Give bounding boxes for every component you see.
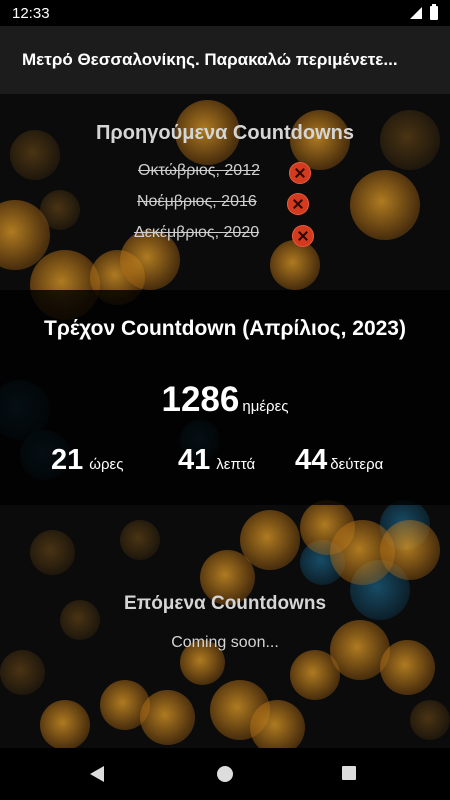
previous-countdown-label: Οκτώβριος, 2012: [138, 162, 260, 179]
current-countdown-title: Τρέχον Countdown (Απρίλιος, 2023): [44, 317, 406, 340]
hours-counter: 21 ώρες: [51, 444, 123, 477]
minutes-label: λεπτά: [216, 456, 256, 473]
previous-countdown-item: Οκτώβριος, 2012: [0, 162, 450, 186]
remove-x-icon[interactable]: [292, 225, 314, 247]
status-time: 12:33: [12, 4, 50, 22]
remove-x-icon[interactable]: [289, 162, 311, 184]
current-countdown-panel: Τρέχον Countdown (Απρίλιος, 2023) 1286 ημ…: [0, 290, 450, 505]
minutes-value: 41: [178, 444, 211, 476]
next-countdowns-subtitle: Coming soon...: [171, 634, 279, 651]
hours-label: ώρες: [89, 456, 124, 473]
remove-x-icon[interactable]: [287, 193, 309, 215]
previous-countdown-label: Δεκέμβριος, 2020: [134, 224, 260, 241]
previous-countdown-item: Δεκέμβριος, 2020: [0, 224, 450, 248]
seconds-counter: 44 δεύτερα: [295, 444, 383, 477]
recents-icon[interactable]: [342, 766, 356, 780]
app-bar: Μετρό Θεσσαλονίκης. Παρακαλώ περιμένετε.…: [0, 26, 450, 94]
next-countdowns-title: Επόμενα Countdowns: [123, 593, 327, 614]
app-title: Μετρό Θεσσαλονίκης. Παρακαλώ περιμένετε.…: [22, 50, 398, 69]
navigation-bar: [0, 748, 450, 800]
seconds-value: 44: [295, 444, 328, 476]
back-icon[interactable]: [90, 766, 104, 782]
previous-countdowns-title: Προηγούμενα Countdowns: [95, 122, 355, 144]
days-counter: 1286 ημέρες: [0, 380, 450, 420]
previous-countdowns-section: Προηγούμενα Countdowns Οκτώβριος, 2012 Ν…: [0, 94, 450, 290]
previous-countdown-label: Νοέμβριος, 2016: [137, 193, 257, 210]
home-icon[interactable]: [217, 766, 233, 782]
battery-icon: [430, 4, 438, 20]
minutes-counter: 41 λεπτά: [178, 444, 255, 477]
signal-icon: [410, 7, 422, 19]
days-value: 1286: [161, 380, 240, 419]
hours-value: 21: [51, 444, 84, 476]
seconds-label: δεύτερα: [330, 456, 384, 473]
status-bar: 12:33: [0, 0, 450, 26]
days-label: ημέρες: [242, 398, 289, 415]
previous-countdown-item: Νοέμβριος, 2016: [0, 193, 450, 217]
status-icons: [410, 4, 438, 20]
